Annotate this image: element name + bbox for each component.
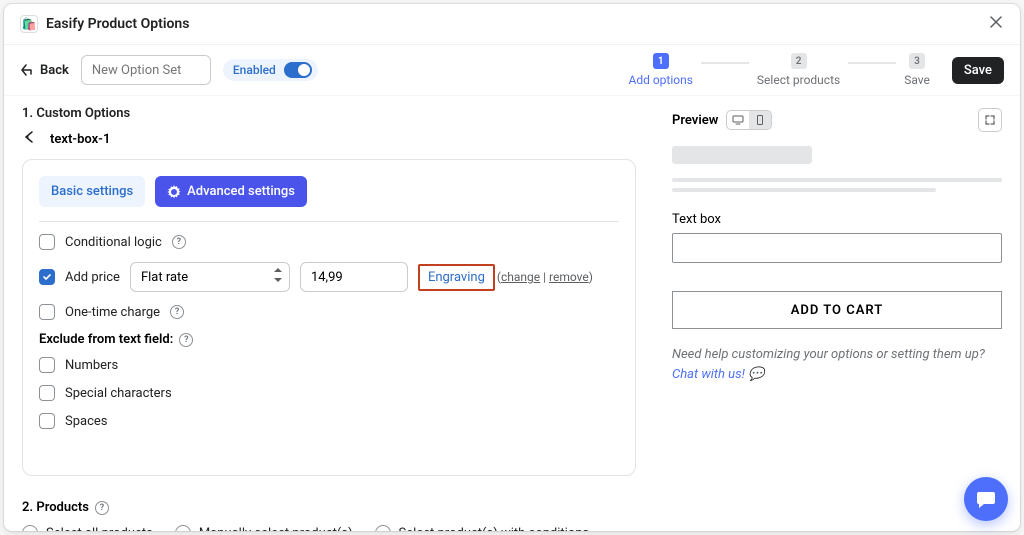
chat-icon	[975, 488, 997, 510]
exclude-special-row: Special characters	[39, 385, 619, 401]
option-set-name-input[interactable]	[81, 55, 211, 85]
tab-basic-settings[interactable]: Basic settings	[39, 176, 145, 207]
preview-header: Preview	[672, 108, 1002, 132]
chat-widget-button[interactable]	[964, 477, 1008, 521]
breadcrumb-option-name: text-box-1	[50, 132, 110, 147]
device-mobile-button[interactable]	[749, 111, 771, 129]
products-section: 2. Products ? Select all products Manual…	[22, 500, 636, 531]
back-button[interactable]: Back	[20, 63, 69, 78]
add-price-row: Add price Flat rate Engraving (change | …	[39, 262, 619, 292]
conditional-logic-checkbox[interactable]	[39, 234, 55, 250]
price-type-select[interactable]: Flat rate	[130, 262, 290, 292]
radio-icon	[375, 525, 391, 531]
change-link[interactable]: change	[501, 270, 540, 284]
preview-skeleton	[672, 178, 1002, 182]
fullscreen-button[interactable]	[978, 108, 1002, 132]
back-icon	[20, 63, 34, 77]
settings-tabs: Basic settings Advanced settings	[39, 176, 619, 222]
help-icon[interactable]: ?	[172, 235, 186, 249]
radio-select-all[interactable]: Select all products	[22, 525, 153, 531]
breadcrumb-back-icon[interactable]	[22, 129, 38, 149]
preview-field-label: Text box	[672, 212, 1002, 227]
enabled-toggle[interactable]: Enabled	[223, 59, 318, 81]
product-selection-radios: Select all products Manually select prod…	[22, 525, 636, 531]
one-time-charge-label: One-time charge	[65, 305, 160, 320]
exclude-numbers-label: Numbers	[65, 358, 118, 373]
chat-with-us-link[interactable]: Chat with us!	[672, 367, 745, 382]
conditional-logic-label: Conditional logic	[65, 235, 162, 250]
step-divider-icon	[701, 62, 749, 64]
one-time-charge-checkbox[interactable]	[39, 304, 55, 320]
device-desktop-button[interactable]	[727, 111, 749, 129]
preview-skeleton	[672, 146, 812, 164]
add-to-cart-button[interactable]: ADD TO CART	[672, 291, 1002, 329]
preview-pane: Preview Text box ADD TO CART	[654, 96, 1020, 531]
option-card: Basic settings Advanced settings Conditi…	[22, 159, 636, 476]
preview-skeleton	[672, 188, 936, 192]
mobile-icon	[754, 114, 766, 126]
tab-advanced-settings[interactable]: Advanced settings	[155, 176, 307, 207]
add-price-checkbox[interactable]	[39, 269, 55, 285]
help-text: Need help customizing your options or se…	[672, 345, 1002, 384]
save-button[interactable]: Save	[952, 57, 1004, 84]
modal-header: 🛍️ Easify Product Options	[4, 4, 1020, 45]
app-title: Easify Product Options	[46, 16, 189, 32]
conditional-logic-row: Conditional logic ?	[39, 234, 619, 250]
help-icon[interactable]: ?	[95, 501, 109, 515]
device-toggle	[726, 110, 772, 130]
toolbar: Back Enabled 1 Add options 2 Select prod…	[4, 45, 1020, 96]
breadcrumb: text-box-1	[22, 129, 636, 149]
fullscreen-icon	[984, 114, 996, 126]
enabled-label: Enabled	[233, 63, 276, 77]
radio-conditions[interactable]: Select product(s) with conditions	[375, 525, 590, 531]
exclude-special-label: Special characters	[65, 386, 172, 401]
desktop-icon	[732, 114, 744, 126]
linked-product-link[interactable]: Engraving	[418, 264, 495, 291]
radio-icon	[22, 525, 38, 531]
toggle-switch-icon	[284, 62, 312, 78]
help-icon[interactable]: ?	[179, 333, 193, 347]
stepper: 1 Add options 2 Select products 3 Save	[628, 53, 929, 87]
section-2-title: 2. Products ?	[22, 500, 636, 515]
help-icon[interactable]: ?	[170, 305, 184, 319]
check-icon	[42, 272, 52, 282]
exclude-spaces-row: Spaces	[39, 413, 619, 429]
step-add-options[interactable]: 1 Add options	[628, 53, 692, 87]
linked-product: Engraving (change | remove)	[418, 264, 593, 291]
radio-manual[interactable]: Manually select product(s)	[175, 525, 353, 531]
exclude-numbers-row: Numbers	[39, 357, 619, 373]
gear-icon	[167, 185, 181, 199]
preview-title: Preview	[672, 113, 718, 128]
left-pane: 1. Custom Options text-box-1 Basic setti…	[4, 96, 654, 531]
one-time-charge-row: One-time charge ?	[39, 304, 619, 320]
preview-text-input[interactable]	[672, 233, 1002, 263]
add-price-label: Add price	[65, 270, 120, 285]
app-modal: 🛍️ Easify Product Options Back Enabled 1…	[4, 4, 1020, 531]
exclude-numbers-checkbox[interactable]	[39, 357, 55, 373]
exclude-spaces-checkbox[interactable]	[39, 413, 55, 429]
radio-icon	[175, 525, 191, 531]
step-select-products[interactable]: 2 Select products	[757, 53, 840, 87]
exclude-spaces-label: Spaces	[65, 414, 108, 429]
section-1-title: 1. Custom Options	[22, 106, 636, 121]
step-divider-icon	[848, 62, 896, 64]
close-icon[interactable]	[988, 14, 1004, 34]
exclude-special-checkbox[interactable]	[39, 385, 55, 401]
step-save[interactable]: 3 Save	[904, 53, 930, 87]
price-value-input[interactable]	[300, 262, 408, 292]
chat-bubble-icon: 💬	[748, 367, 764, 382]
content: 1. Custom Options text-box-1 Basic setti…	[4, 96, 1020, 531]
app-logo-icon: 🛍️	[20, 15, 38, 33]
remove-link[interactable]: remove	[549, 270, 589, 284]
exclude-subheading: Exclude from text field: ?	[39, 332, 619, 347]
